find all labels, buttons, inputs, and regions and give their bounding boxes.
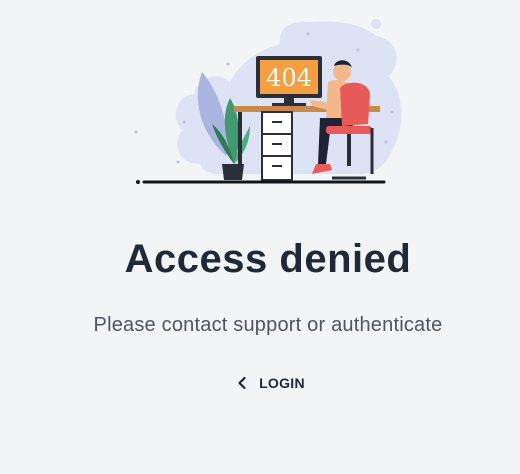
page-title: Access denied xyxy=(124,237,412,281)
404-illustration: 404 xyxy=(134,19,402,184)
access-denied-page: 404 Access denied Please contact support… xyxy=(0,0,520,474)
page-subtitle: Please contact support or authenticate xyxy=(93,314,443,336)
blob-dot xyxy=(371,19,381,29)
error-code-text: 404 xyxy=(266,64,312,92)
person-head xyxy=(333,63,351,81)
login-button[interactable]: LOGIN xyxy=(226,366,316,400)
chevron-left-icon xyxy=(238,376,246,390)
login-button-label: LOGIN xyxy=(259,375,305,391)
chair-back xyxy=(340,82,370,126)
chair-seat xyxy=(326,126,372,134)
desk-leg xyxy=(238,112,242,180)
